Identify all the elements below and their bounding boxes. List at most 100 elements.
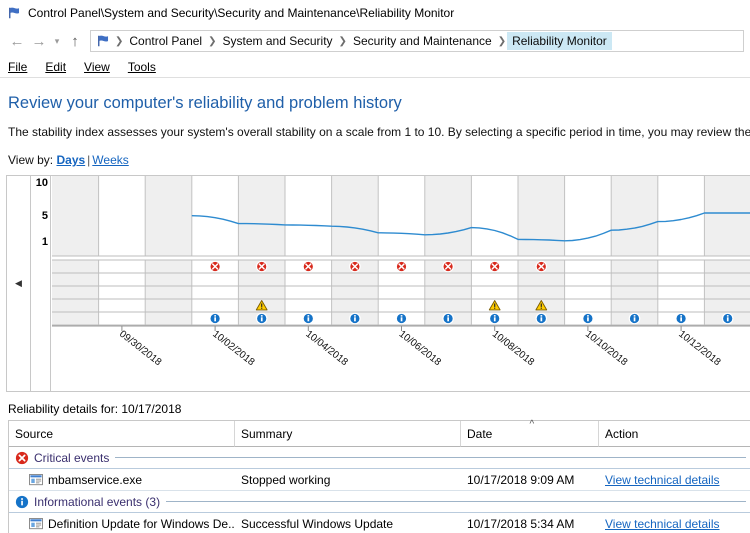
information-icon[interactable] [628,312,641,325]
critical-error-icon[interactable] [349,260,361,273]
menu-tools[interactable]: Tools [128,60,156,74]
forward-arrow-icon[interactable]: → [28,30,50,52]
column-header-summary[interactable]: Summary [235,421,461,447]
breadcrumb-item-security-and-maintenance[interactable]: Security and Maintenance [348,32,497,50]
column-header-date-label: Date [467,426,493,441]
title-bar: Control Panel\System and Security\Securi… [0,0,750,26]
breadcrumb-item-system-and-security[interactable]: System and Security [218,32,338,50]
x-axis-tick-label: 09/30/2018 [117,329,164,369]
menu-view[interactable]: View [84,60,110,74]
column-header-source-label: Source [15,426,54,441]
information-icon[interactable] [442,312,454,325]
breadcrumb-separator: ❯ [115,35,124,47]
menu-view-label: View [84,59,110,74]
up-arrow-icon[interactable]: ↑ [64,30,86,52]
critical-error-icon[interactable] [442,260,454,273]
information-icon[interactable] [535,312,548,325]
window-title: Control Panel\System and Security\Securi… [28,6,455,20]
cell-source: mbamservice.exe [48,472,143,487]
details-heading: Reliability details for: 10/17/2018 [8,402,182,416]
cell-date: 10/17/2018 5:34 AM [467,516,575,531]
x-axis-tick-label: 10/12/2018 [676,329,723,369]
menu-file-label: File [8,59,28,74]
view-by-label: View by: [8,153,54,167]
group-row-critical-events[interactable]: Critical events [9,447,750,469]
view-by-days-link[interactable]: Days [56,153,85,167]
table-row[interactable]: mbamservice.exe Stopped working 10/17/20… [9,469,750,491]
menu-file[interactable]: File [8,60,27,74]
address-bar: ← → ▾ ↑ ❯ Control Panel ❯ System and Sec… [0,26,750,56]
chevron-down-icon[interactable]: ▾ [50,30,64,52]
warning-icon[interactable] [488,300,501,311]
group-row-informational-events[interactable]: Informational events (3) [9,491,750,513]
information-icon[interactable] [488,312,501,325]
information-icon[interactable] [721,312,734,325]
information-icon[interactable] [209,312,221,325]
column-header-source[interactable]: Source [9,421,235,447]
windows-flag-icon [98,35,109,47]
page-title: Review your computer's reliability and p… [8,94,402,112]
information-icon[interactable] [582,312,594,325]
information-icon[interactable] [255,312,268,325]
table-header-row: Source Summary ^ Date Action [9,419,750,447]
cell-date: 10/17/2018 9:09 AM [467,472,575,487]
group-title: Critical events [34,450,110,465]
critical-error-icon[interactable] [395,260,408,273]
column-header-summary-label: Summary [241,426,293,441]
cell-summary: Stopped working [241,472,331,487]
application-icon [29,517,43,529]
x-axis-tick-label: 10/08/2018 [490,329,537,369]
breadcrumb-item-control-panel[interactable]: Control Panel [124,32,207,50]
column-header-action[interactable]: Action [599,421,750,447]
information-icon [15,495,29,508]
critical-error-icon[interactable] [302,260,315,273]
reliability-monitor-window: Control Panel\System and Security\Securi… [0,0,750,533]
windows-flag-icon [9,7,20,19]
x-axis-tick-label: 10/04/2018 [303,329,350,369]
information-icon[interactable] [349,312,361,325]
x-axis-tick-label: 10/06/2018 [397,329,444,369]
table-row[interactable]: Definition Update for Windows De... Succ… [9,513,750,533]
application-icon [29,473,43,485]
menu-edit-label: Edit [45,59,67,74]
information-icon[interactable] [302,312,315,325]
group-rule [115,457,746,458]
information-icon[interactable] [395,312,408,325]
view-technical-details-link[interactable]: View technical details [605,473,720,487]
stability-index-chart: 09/30/2018 10/02/2018 10/04/2018 10/06/2018… [52,176,750,369]
x-axis-tick-label: 10/10/2018 [583,329,630,369]
page-description: The stability index assesses your system… [8,125,750,139]
back-arrow-icon[interactable]: ← [6,30,28,52]
breadcrumb-separator: ❯ [338,35,347,47]
column-header-action-label: Action [605,426,639,441]
graph-plot-area[interactable]: 09/30/2018 10/02/2018 10/04/2018 10/06/2018… [52,176,750,391]
critical-error-icon[interactable] [255,260,268,273]
view-technical-details-link[interactable]: View technical details [605,517,720,531]
critical-error-icon[interactable] [488,260,501,273]
view-by-control: View by: Days | Weeks [8,153,750,167]
collapse-left-icon: ◀ [15,278,22,288]
y-axis-tick-10: 10 [35,177,48,189]
critical-error-icon [15,451,29,464]
view-by-weeks-link[interactable]: Weeks [92,153,128,167]
cell-source: Definition Update for Windows De... [48,516,235,531]
x-axis-tick-label: 10/02/2018 [210,329,257,369]
menu-bar: File Edit View Tools [0,56,750,78]
breadcrumb-separator: ❯ [208,35,217,47]
group-title: Informational events (3) [34,494,161,509]
y-axis-labels: 10 5 1 [32,176,51,391]
breadcrumb-item-reliability-monitor[interactable]: Reliability Monitor [507,32,612,50]
y-axis-tick-1: 1 [41,236,48,249]
y-axis-tick-5: 5 [41,210,48,222]
sort-ascending-icon: ^ [529,419,535,430]
graph-collapse-button[interactable]: ◀ [7,176,31,391]
menu-edit[interactable]: Edit [45,60,66,74]
column-header-date[interactable]: ^ Date [461,419,599,447]
cell-summary: Successful Windows Update [241,516,394,531]
group-rule [166,501,746,502]
breadcrumb[interactable]: ❯ Control Panel ❯ System and Security ❯ … [90,30,744,52]
critical-error-icon[interactable] [535,260,548,273]
information-icon[interactable] [675,312,687,325]
reliability-graph[interactable]: ◀ 10 5 1 09/30/2018 10/02/2018 10/04/2018 1… [6,175,750,392]
critical-error-icon[interactable] [209,260,221,273]
